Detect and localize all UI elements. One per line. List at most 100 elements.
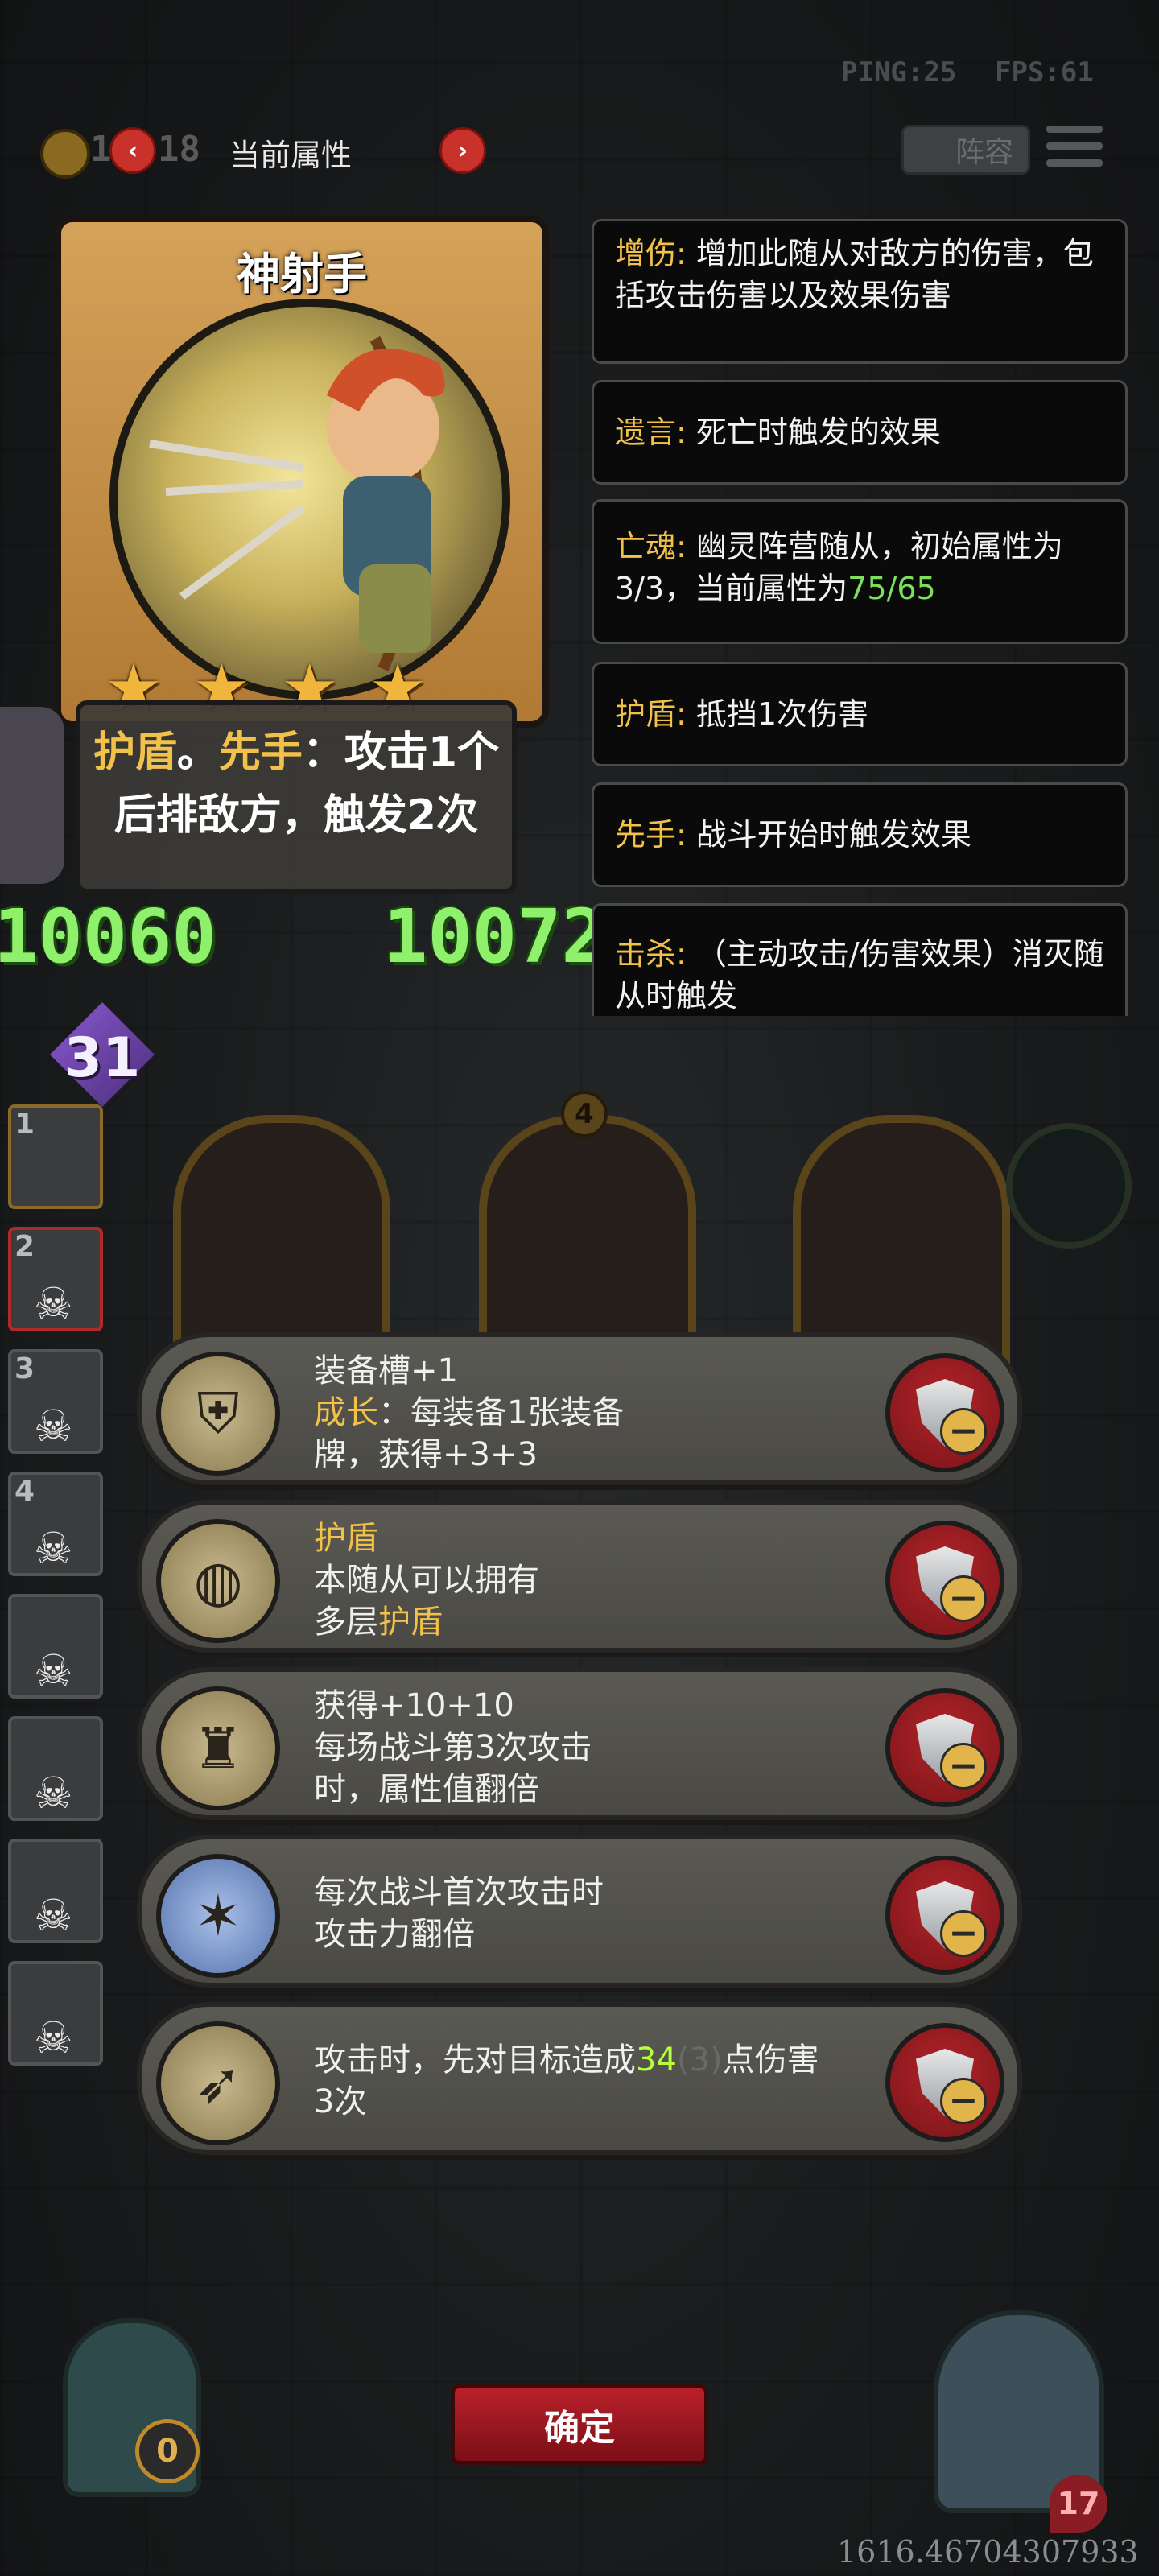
right-stat-value: 10072 [383, 894, 606, 980]
ping-readout: PING:25 [841, 56, 957, 89]
lineup-slot[interactable]: ☠ [8, 1961, 103, 2066]
ability-line-2: 后排敌方，触发2次 [113, 791, 479, 840]
mirror-icon: ◍ [156, 1519, 280, 1643]
item-text: 护盾 本随从可以拥有 多层护盾 [314, 1517, 909, 1643]
chevron-left-icon: ‹ [127, 136, 138, 165]
skull-icon: ☠ [34, 1645, 73, 1696]
keyword-shield: 护盾 [378, 1604, 443, 1641]
tooltip-damage-boost: 增伤: 增加此随从对敌方的伤害，包括攻击伤害以及效果伤害 [592, 219, 1128, 364]
tooltip-keyword: 护盾 [615, 696, 677, 732]
tooltip-text: 增加此随从对敌方的伤害，包括攻击伤害以及效果伤害 [615, 236, 1094, 313]
remove-item-button[interactable]: − [885, 2023, 1004, 2142]
level-number: 31 [64, 1026, 141, 1090]
item-row-pre-damage[interactable]: ➶ 攻击时，先对目标造成34(3)点伤害 3次 − [137, 2002, 1022, 2155]
tooltip-text: 抵挡1次伤害 [686, 696, 869, 732]
tooltip-keyword: 先手 [615, 817, 677, 852]
menu-icon[interactable] [1046, 121, 1103, 172]
tooltip-keyword: 增伤 [615, 236, 677, 271]
item-text: 获得+10+10 每场战斗第3次攻击 时，属性值翻倍 [314, 1685, 909, 1810]
skull-icon: ☠ [34, 2013, 73, 2063]
separator: 。 [176, 729, 219, 777]
side-portrait-peek [0, 707, 64, 884]
archer-illustration [149, 336, 445, 671]
remove-item-button[interactable]: − [885, 1688, 1004, 1807]
lineup-slot[interactable]: ☠ [8, 1594, 103, 1699]
tooltip-shield: 护盾: 抵挡1次伤害 [592, 662, 1128, 766]
minus-icon: − [940, 2078, 987, 2124]
skull-icon: ☠ [34, 1768, 73, 1818]
item-line: 多层护盾 [314, 1601, 909, 1643]
lineup-slot[interactable]: ☠ [8, 1716, 103, 1821]
lineup-slot[interactable]: 1 [8, 1104, 103, 1209]
tooltip-first-strike: 先手: 战斗开始时触发效果 [592, 782, 1128, 887]
minus-icon: − [940, 1408, 987, 1455]
cloak-figure-icon: ♜ [156, 1686, 280, 1810]
coin-count-partial: 1 [90, 129, 112, 170]
minus-icon: − [940, 1910, 987, 1957]
armor-icon: ⛨ [156, 1352, 280, 1476]
item-row-first-attack[interactable]: ✶ 每次战斗首次攻击时 攻击力翻倍 − [137, 1835, 1022, 1988]
left-stat-value: 10060 [0, 894, 217, 980]
damage-value: 34 [636, 2041, 677, 2079]
remove-item-button[interactable]: − [885, 1856, 1004, 1975]
fps-readout: FPS:61 [995, 56, 1094, 89]
prev-arrow-button[interactable]: ‹ [109, 127, 156, 174]
item-text: 装备槽+1 成长：每装备1张装备 牌，获得+3+3 [314, 1350, 909, 1476]
chevron-right-icon: › [457, 136, 468, 165]
keyword-growth: 成长 [314, 1394, 378, 1431]
slot-number: 2 [14, 1230, 35, 1263]
item-text: 攻击时，先对目标造成34(3)点伤害 3次 [314, 2039, 909, 2123]
tooltip-text: 战斗开始时触发效果 [686, 817, 971, 852]
item-line-text: 多层 [314, 1604, 378, 1641]
item-line: 成长：每装备1张装备 [314, 1392, 909, 1434]
lineup-label: 阵容 [955, 136, 1013, 169]
ability-line-1: 护盾。先手：攻击1个 [89, 721, 504, 784]
item-line: 每次战斗首次攻击时 [314, 1874, 604, 1911]
tooltip-keyword: 击杀 [615, 936, 677, 972]
coin-count-tail: 18 [158, 129, 200, 170]
lineup-slot[interactable]: 2 ☠ [8, 1227, 103, 1331]
item-line: 每场战斗第3次攻击 [314, 1729, 592, 1766]
tooltip-colon: : [676, 936, 687, 972]
item-text: 每次战斗首次攻击时 攻击力翻倍 [314, 1872, 909, 1955]
slot-number: 1 [14, 1108, 35, 1141]
tooltip-current-stats: 75/65 [848, 571, 936, 606]
minus-icon: − [940, 1743, 987, 1790]
tooltip-text: （主动攻击/伤害效果）消灭随从时触发 [615, 936, 1104, 1013]
lineup-slot[interactable]: 3 ☠ [8, 1349, 103, 1454]
tooltip-colon: : [676, 529, 687, 564]
item-line: 攻击力翻倍 [314, 1916, 475, 1953]
skull-icon: ☠ [34, 1890, 73, 1941]
tooltip-kill: 击杀: （主动攻击/伤害效果）消灭随从时触发 [592, 903, 1128, 1016]
item-row-third-attack[interactable]: ♜ 获得+10+10 每场战斗第3次攻击 时，属性值翻倍 − [137, 1667, 1022, 1820]
lineup-slot[interactable]: 4 ☠ [8, 1472, 103, 1576]
lineup-slot[interactable]: ☠ [8, 1839, 103, 1943]
remove-item-button[interactable]: − [885, 1521, 1004, 1640]
tooltip-colon: : [676, 817, 687, 852]
keyword-shield: 护盾 [314, 1520, 378, 1557]
next-arrow-button[interactable]: › [439, 127, 486, 174]
item-line: 获得+10+10 [314, 1687, 514, 1724]
item-line: 装备槽+1 [314, 1352, 458, 1389]
skull-icon: ☠ [34, 1523, 73, 1574]
remove-item-button[interactable]: − [885, 1353, 1004, 1472]
coin-icon [40, 129, 90, 179]
tooltip-ghost: 亡魂: 幽灵阵营随从，初始属性为3/3，当前属性为75/65 [592, 499, 1128, 644]
crossbow-icon: ➶ [156, 2021, 280, 2145]
confirm-button[interactable]: 确定 [451, 2384, 708, 2465]
item-row-shield[interactable]: ◍ 护盾 本随从可以拥有 多层护盾 − [137, 1500, 1022, 1653]
item-line: 牌，获得+3+3 [314, 1436, 538, 1473]
lineup-button[interactable]: 阵容 [901, 125, 1030, 175]
item-line-text: ：每装备1张装备 [378, 1394, 625, 1431]
player-badge: 0 [135, 2419, 200, 2483]
skull-icon: ☠ [34, 1401, 73, 1451]
keyword-first-strike: 先手 [218, 729, 303, 777]
opponent-badge: 17 [1050, 2475, 1107, 2533]
item-line: 本随从可以拥有 [314, 1562, 539, 1599]
tooltip-deathrattle: 遗言: 死亡时触发的效果 [592, 380, 1128, 485]
archer-portrait [109, 299, 510, 700]
ability-text: ：攻击1个 [302, 729, 500, 777]
tooltip-keyword: 遗言 [615, 415, 677, 450]
item-row-equipment-slot[interactable]: ⛨ 装备槽+1 成长：每装备1张装备 牌，获得+3+3 − [137, 1332, 1022, 1485]
item-line-text: 攻击时，先对目标造成 [314, 2041, 636, 2079]
